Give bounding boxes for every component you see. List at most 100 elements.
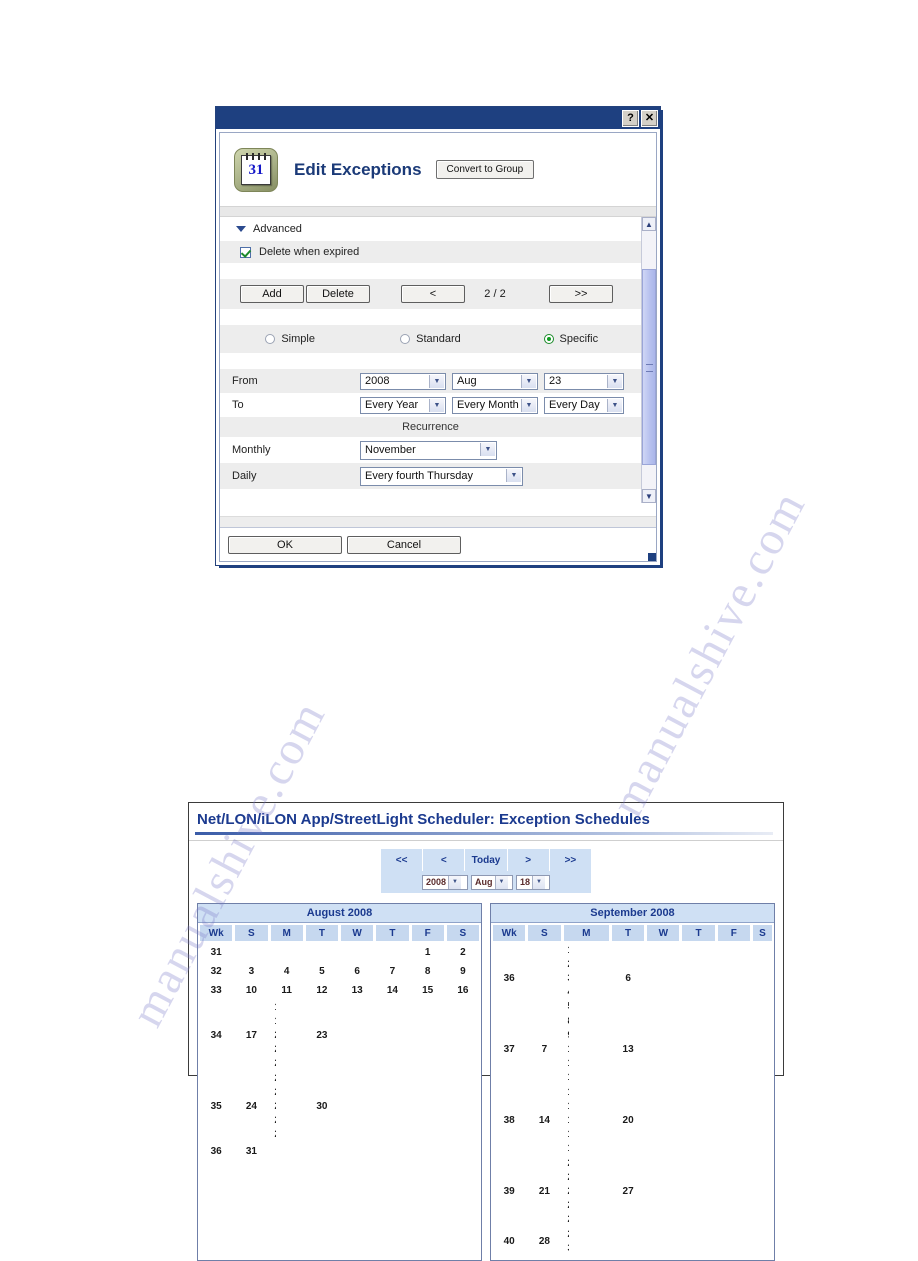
chevron-down-icon[interactable]: ▼ [521, 398, 536, 412]
calendar-day-cell[interactable]: 8 [562, 1014, 570, 1028]
chevron-down-icon[interactable]: ▼ [494, 875, 508, 889]
radio-specific[interactable]: Specific [501, 333, 641, 345]
calendar-day-cell[interactable]: 7 [527, 1014, 562, 1084]
chevron-down-icon[interactable]: ▼ [448, 875, 462, 889]
chevron-down-icon[interactable]: ▼ [480, 442, 495, 456]
chevron-down-icon[interactable]: ▼ [429, 374, 444, 388]
calendar-day-cell[interactable]: 30 [562, 1241, 570, 1255]
nav-next-button[interactable]: > [508, 849, 550, 871]
calendar-day-cell[interactable]: 19 [269, 1014, 277, 1028]
chevron-down-icon[interactable] [236, 226, 246, 232]
nav-last-button[interactable]: >> [550, 849, 591, 871]
convert-to-group-button[interactable]: Convert to Group [435, 160, 535, 179]
advanced-section-toggle[interactable]: Advanced [220, 217, 641, 241]
calendar-day-cell[interactable]: 31 [234, 1142, 269, 1160]
resize-grip[interactable] [648, 553, 656, 561]
calendar-day-cell[interactable]: 26 [269, 1085, 277, 1099]
delete-button[interactable]: Delete [306, 285, 370, 303]
calendar-day-cell[interactable]: 17 [234, 1000, 269, 1070]
calendar-day-cell[interactable]: 25 [269, 1071, 277, 1085]
calendar-day-cell[interactable]: 5 [304, 962, 339, 980]
radio-simple-indicator[interactable] [265, 334, 276, 344]
calendar-day-cell[interactable]: 20 [610, 1085, 646, 1155]
from-month-select[interactable]: Aug ▼ [452, 372, 538, 390]
scrollbar-thumb[interactable] [642, 269, 656, 465]
calendar-day-cell[interactable]: 18 [562, 1127, 570, 1141]
next-button[interactable]: >> [549, 285, 613, 303]
nav-year-select[interactable]: 2008 ▼ [422, 874, 468, 890]
close-icon[interactable]: ✕ [641, 109, 658, 127]
calendar-day-cell[interactable]: 9 [445, 962, 480, 980]
chevron-down-icon[interactable]: ▼ [429, 398, 444, 412]
calendar-day-cell[interactable]: 28 [269, 1113, 277, 1127]
calendar-day-cell[interactable]: 15 [410, 981, 445, 999]
calendar-day-cell[interactable]: 15 [562, 1085, 570, 1099]
calendar-day-cell[interactable]: 1 [410, 943, 445, 961]
calendar-day-cell[interactable]: 22 [269, 1056, 277, 1070]
calendar-day-cell[interactable]: 11 [269, 981, 304, 999]
chevron-down-icon[interactable]: ▼ [521, 374, 536, 388]
help-icon[interactable]: ? [622, 109, 639, 127]
calendar-day-cell[interactable]: 7 [375, 962, 410, 980]
to-year-select[interactable]: Every Year ▼ [360, 396, 446, 414]
nav-prev-button[interactable]: < [423, 849, 466, 871]
to-day-select[interactable]: Every Day ▼ [544, 396, 624, 414]
calendar-day-cell[interactable]: 10 [234, 981, 269, 999]
calendar-day-cell[interactable]: 1 [562, 943, 570, 957]
calendar-day-cell[interactable]: 23 [304, 1000, 339, 1070]
calendar-day-cell[interactable]: 26 [562, 1212, 570, 1226]
radio-specific-indicator[interactable] [543, 334, 554, 344]
previous-button[interactable]: < [401, 285, 465, 303]
calendar-day-cell[interactable]: 4 [562, 985, 570, 999]
calendar-day-cell[interactable]: 3 [562, 971, 570, 985]
calendar-day-cell[interactable]: 10 [562, 1042, 570, 1056]
calendar-day-cell[interactable]: 2 [445, 943, 480, 961]
chevron-down-icon[interactable]: ▼ [506, 468, 521, 482]
calendar-day-cell[interactable]: 14 [527, 1085, 562, 1155]
calendar-day-cell[interactable]: 27 [269, 1099, 277, 1113]
from-year-select[interactable]: 2008 ▼ [360, 372, 446, 390]
calendar-day-cell[interactable]: 18 [269, 1000, 277, 1014]
calendar-day-cell[interactable]: 9 [562, 1028, 570, 1042]
calendar-day-cell[interactable]: 4 [269, 962, 304, 980]
calendar-day-cell[interactable]: 12 [562, 1070, 570, 1084]
calendar-day-cell[interactable]: 19 [562, 1141, 570, 1155]
nav-today-button[interactable]: Today [465, 849, 508, 871]
calendar-day-cell[interactable]: 13 [610, 1014, 646, 1084]
calendar-day-cell[interactable]: 3 [234, 962, 269, 980]
calendar-day-cell[interactable]: 16 [562, 1099, 570, 1113]
ok-button[interactable]: OK [228, 535, 342, 554]
calendar-day-cell[interactable]: 24 [234, 1071, 269, 1141]
calendar-day-cell[interactable]: 29 [562, 1227, 570, 1241]
calendar-day-cell[interactable]: 8 [410, 962, 445, 980]
delete-when-expired-checkbox[interactable] [240, 246, 251, 258]
add-button[interactable]: Add [240, 285, 304, 303]
scroll-down-icon[interactable]: ▼ [642, 489, 656, 503]
radio-simple[interactable]: Simple [220, 333, 360, 345]
radio-standard-indicator[interactable] [400, 334, 411, 344]
calendar-day-cell[interactable]: 16 [445, 981, 480, 999]
calendar-day-cell[interactable]: 23 [562, 1170, 570, 1184]
to-month-select[interactable]: Every Month ▼ [452, 396, 538, 414]
calendar-day-cell[interactable]: 20 [269, 1028, 277, 1042]
calendar-day-cell[interactable]: 21 [527, 1156, 562, 1226]
calendar-day-cell[interactable]: 28 [527, 1227, 562, 1255]
calendar-day-cell[interactable]: 29 [269, 1127, 277, 1141]
nav-first-button[interactable]: << [381, 849, 424, 871]
calendar-day-cell[interactable]: 24 [562, 1184, 570, 1198]
calendar-day-cell[interactable]: 27 [610, 1156, 646, 1226]
monthly-select[interactable]: November ▼ [360, 440, 497, 460]
cancel-button[interactable]: Cancel [347, 535, 461, 554]
calendar-day-cell[interactable]: 11 [562, 1056, 570, 1070]
calendar-day-cell[interactable]: 5 [562, 999, 570, 1013]
calendar-day-cell[interactable]: 2 [562, 957, 570, 971]
calendar-day-cell[interactable]: 6 [340, 962, 375, 980]
calendar-day-cell[interactable]: 25 [562, 1198, 570, 1212]
calendar-day-cell[interactable]: 13 [340, 981, 375, 999]
radio-standard[interactable]: Standard [360, 333, 500, 345]
calendar-day-cell[interactable]: 17 [562, 1113, 570, 1127]
scroll-up-icon[interactable]: ▲ [642, 217, 656, 231]
calendar-day-cell[interactable]: 21 [269, 1042, 277, 1056]
chevron-down-icon[interactable]: ▼ [532, 875, 546, 889]
nav-month-select[interactable]: Aug ▼ [471, 874, 513, 890]
